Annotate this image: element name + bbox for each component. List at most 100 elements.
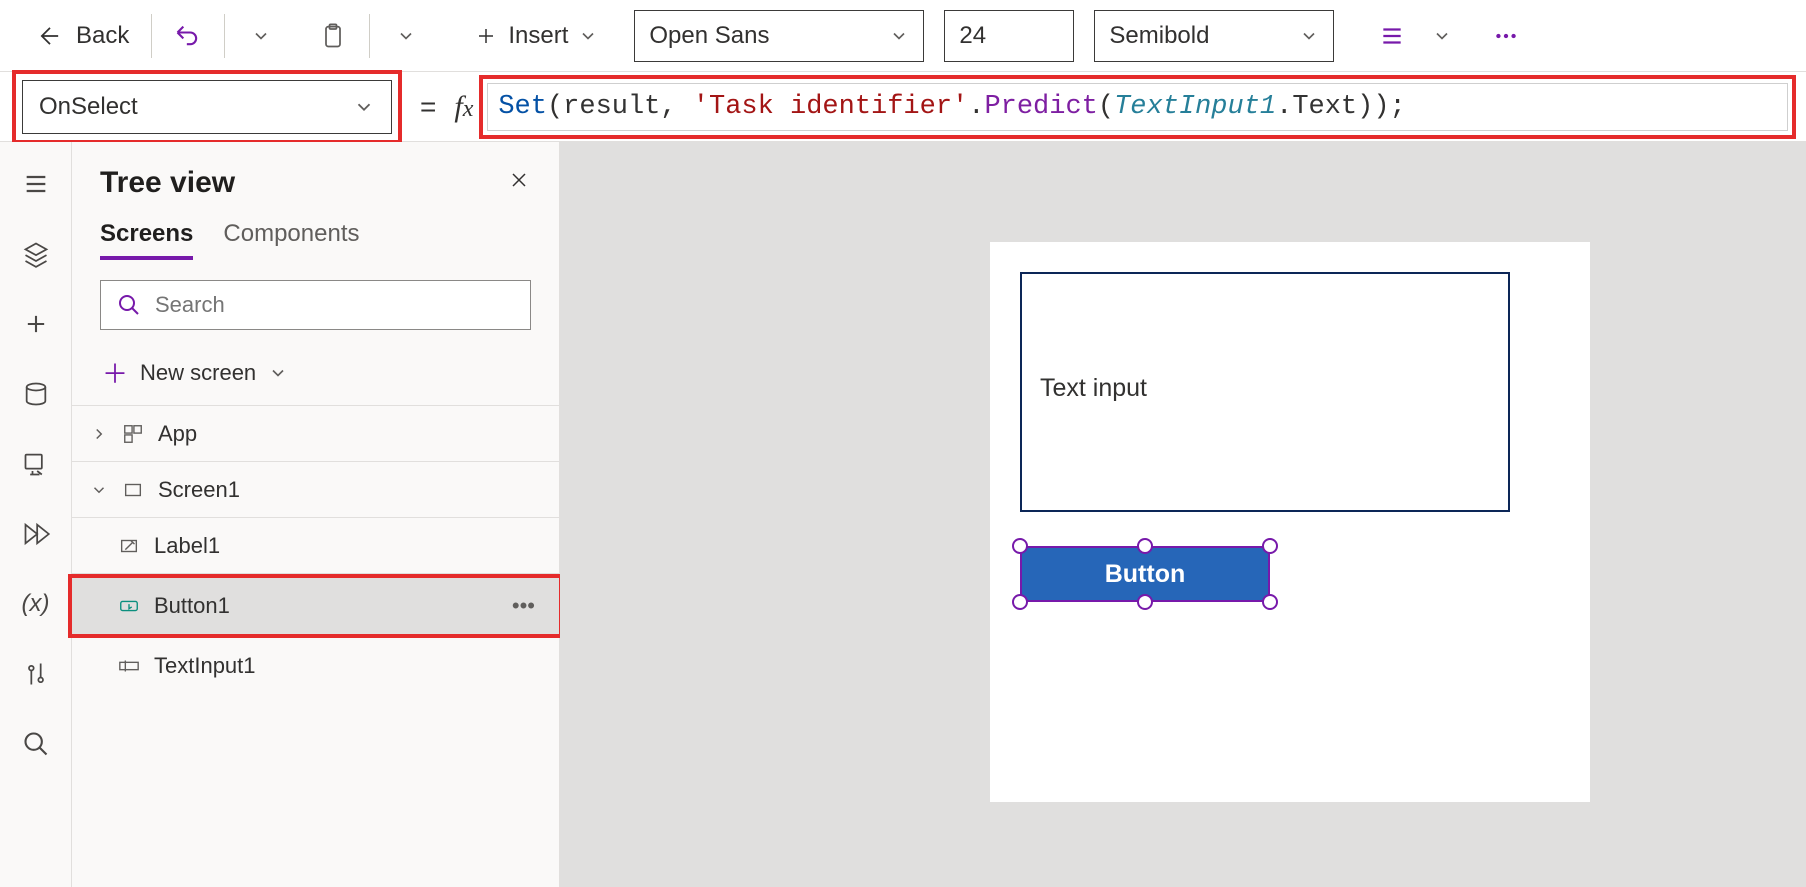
app-preview: Text input Button bbox=[990, 242, 1590, 802]
property-select[interactable]: OnSelect bbox=[22, 80, 392, 134]
tools-icon bbox=[22, 660, 50, 688]
tree-item-label: App bbox=[158, 421, 197, 447]
app-icon bbox=[120, 421, 146, 447]
font-family-select[interactable]: Open Sans bbox=[634, 10, 924, 62]
plus-icon: ＋ bbox=[102, 354, 128, 391]
chevron-right-icon bbox=[90, 425, 108, 443]
tree-search-input[interactable] bbox=[155, 292, 514, 318]
divider bbox=[369, 14, 370, 58]
canvas-button-label: Button bbox=[1105, 560, 1186, 589]
resize-handle[interactable] bbox=[1012, 594, 1028, 610]
tree-item-app[interactable]: App bbox=[72, 406, 559, 462]
undo-dropdown[interactable] bbox=[239, 14, 283, 58]
more-icon bbox=[1493, 23, 1519, 49]
property-select-highlight: OnSelect bbox=[12, 70, 402, 144]
new-screen-button[interactable]: ＋ New screen bbox=[72, 340, 559, 405]
insert-button[interactable]: Insert bbox=[464, 22, 608, 50]
undo-icon bbox=[174, 22, 202, 50]
back-label: Back bbox=[76, 22, 129, 50]
text-input-value: Text input bbox=[1040, 374, 1147, 402]
close-icon bbox=[507, 168, 531, 192]
formula-highlight: Set(result, 'Task identifier'.Predict(Te… bbox=[479, 75, 1796, 139]
tree-item-more[interactable]: ••• bbox=[512, 593, 535, 619]
undo-button[interactable] bbox=[166, 14, 210, 58]
label-icon bbox=[116, 533, 142, 559]
tree-item-button1[interactable]: Button1 ••• bbox=[72, 578, 559, 634]
chevron-down-icon bbox=[353, 96, 375, 118]
button-icon bbox=[116, 593, 142, 619]
canvas-button-selection[interactable]: Button bbox=[1020, 546, 1270, 602]
chevron-down-icon bbox=[268, 363, 288, 383]
font-weight-select[interactable]: Semibold bbox=[1094, 10, 1334, 62]
arrow-left-icon bbox=[36, 22, 64, 50]
layers-icon bbox=[22, 240, 50, 268]
chevron-down-icon bbox=[396, 26, 416, 46]
font-size-value: 24 bbox=[959, 22, 986, 50]
hamburger-icon bbox=[22, 170, 50, 198]
tree-item-label: Screen1 bbox=[158, 477, 240, 503]
paste-button[interactable] bbox=[311, 14, 355, 58]
tree-item-textinput1[interactable]: TextInput1 bbox=[72, 638, 559, 694]
rail-power-automate[interactable] bbox=[16, 514, 56, 554]
resize-handle[interactable] bbox=[1262, 538, 1278, 554]
rail-insert[interactable] bbox=[16, 304, 56, 344]
align-dropdown[interactable] bbox=[1420, 14, 1464, 58]
more-button[interactable] bbox=[1484, 14, 1528, 58]
equals-sign: = bbox=[420, 91, 436, 123]
rail-search[interactable] bbox=[16, 724, 56, 764]
font-size-select[interactable]: 24 bbox=[944, 10, 1074, 62]
media-icon bbox=[22, 450, 50, 478]
align-button[interactable] bbox=[1370, 14, 1414, 58]
resize-handle[interactable] bbox=[1137, 538, 1153, 554]
rail-tree-view[interactable] bbox=[16, 234, 56, 274]
paste-dropdown[interactable] bbox=[384, 14, 428, 58]
canvas-area[interactable]: Text input Button bbox=[560, 142, 1806, 887]
chevron-down-icon bbox=[90, 481, 108, 499]
resize-handle[interactable] bbox=[1262, 594, 1278, 610]
textinput-icon bbox=[116, 653, 142, 679]
new-screen-label: New screen bbox=[140, 360, 256, 386]
rail-media[interactable] bbox=[16, 444, 56, 484]
tree-view-title: Tree view bbox=[100, 166, 235, 200]
font-weight-value: Semibold bbox=[1109, 22, 1209, 50]
divider bbox=[224, 14, 225, 58]
formula-input[interactable]: Set(result, 'Task identifier'.Predict(Te… bbox=[487, 83, 1788, 131]
font-family-value: Open Sans bbox=[649, 22, 769, 50]
screen-icon bbox=[120, 477, 146, 503]
search-icon bbox=[117, 293, 141, 317]
rail-variables[interactable]: (x) bbox=[16, 584, 56, 624]
rail-data[interactable] bbox=[16, 374, 56, 414]
chevron-down-icon bbox=[251, 26, 271, 46]
insert-label: Insert bbox=[508, 22, 568, 50]
clipboard-icon bbox=[319, 22, 347, 50]
fx-label: fx bbox=[454, 90, 473, 124]
tree-item-label1[interactable]: Label1 bbox=[72, 518, 559, 574]
plus-icon bbox=[474, 24, 498, 48]
tree-item-label: Label1 bbox=[154, 533, 220, 559]
back-button[interactable]: Back bbox=[28, 16, 137, 56]
chevron-down-icon bbox=[1299, 26, 1319, 46]
tab-screens[interactable]: Screens bbox=[100, 220, 193, 260]
close-panel-button[interactable] bbox=[507, 167, 531, 199]
align-icon bbox=[1379, 23, 1405, 49]
rail-hamburger[interactable] bbox=[16, 164, 56, 204]
resize-handle[interactable] bbox=[1012, 538, 1028, 554]
tree-item-highlight: Button1 ••• bbox=[68, 574, 563, 638]
tree-item-screen1[interactable]: Screen1 bbox=[72, 462, 559, 518]
tree-search[interactable] bbox=[100, 280, 531, 330]
chevron-down-icon bbox=[1432, 26, 1452, 46]
database-icon bbox=[22, 380, 50, 408]
variable-icon: (x) bbox=[22, 590, 50, 618]
chevron-down-icon bbox=[578, 26, 598, 46]
tab-components[interactable]: Components bbox=[223, 220, 359, 260]
plus-icon bbox=[22, 310, 50, 338]
chevron-down-icon bbox=[889, 26, 909, 46]
canvas-text-input[interactable]: Text input bbox=[1020, 272, 1510, 512]
property-value: OnSelect bbox=[39, 93, 138, 121]
tree-item-label: Button1 bbox=[154, 593, 230, 619]
flow-icon bbox=[22, 520, 50, 548]
rail-tools[interactable] bbox=[16, 654, 56, 694]
resize-handle[interactable] bbox=[1137, 594, 1153, 610]
divider bbox=[151, 14, 152, 58]
tree-item-label: TextInput1 bbox=[154, 653, 256, 679]
